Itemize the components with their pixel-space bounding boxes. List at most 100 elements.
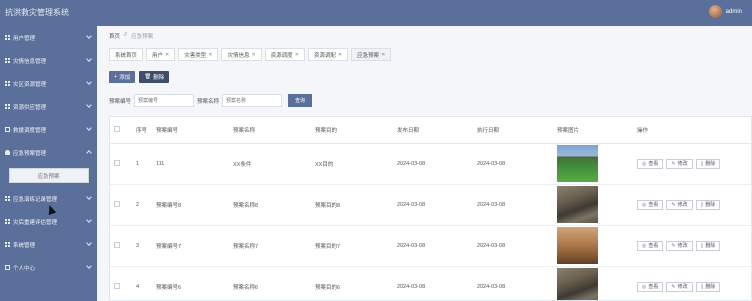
row-checkbox[interactable] [114,241,120,248]
sidebar-item-profile[interactable]: 个人中心 [0,256,97,279]
close-icon[interactable]: ✕ [251,52,255,58]
view-button[interactable]: ◎ 查看 [637,240,664,251]
cell-image [553,266,633,300]
delete-button[interactable]: ▯ 删除 [695,240,721,251]
sidebar-item-rescue-dispatch[interactable]: 救援调度管理 [0,118,97,141]
cell-publish-date: 2024-03-08 [393,184,473,226]
close-icon[interactable]: ✕ [381,52,385,58]
sidebar-item-emergency-plan[interactable]: 应急预案管理 [0,141,97,164]
delete-button[interactable]: ▯ 删除 [695,199,721,210]
avatar[interactable] [708,5,722,18]
submenu-item-emergency-plan[interactable]: 应急预案 [8,168,89,183]
plan-thumbnail[interactable] [557,268,598,300]
close-icon[interactable]: ✕ [338,52,342,58]
tab-disaster-info[interactable]: 灾情信息 ✕ [221,48,262,61]
cell-name: XX条件 [229,143,311,185]
tab-users[interactable]: 用户 ✕ [146,48,176,61]
sidebar: 用户管理 灾情信息管理 灾区资源管理 资源供应管理 救援调度管理 应急预案管理 … [0,26,97,301]
select-all-checkbox[interactable] [114,125,120,132]
breadcrumb-home[interactable]: 首页 [109,32,120,40]
batch-delete-button[interactable]: 🗑 删除 [139,71,170,83]
sidebar-item-label: 灾情信息管理 [13,58,47,65]
cell-code: 预案编号7 [152,225,229,267]
delete-button-label: 删除 [153,75,165,81]
tab-disaster-types[interactable]: 灾害类型 ✕ [178,48,219,61]
tab-resource-allocation[interactable]: 资源调配 ✕ [307,48,349,61]
user-menu[interactable]: admin [708,5,742,18]
query-button[interactable]: 查询 [288,94,313,107]
close-icon[interactable]: ✕ [295,52,299,58]
column-header: 操作 [633,117,751,144]
cell-purpose: 预案目的6 [311,266,393,300]
delete-label: 删除 [705,161,716,167]
row-checkbox[interactable] [114,200,120,207]
edit-label: 修改 [677,243,688,249]
plan-name-input[interactable] [222,94,283,107]
delete-button[interactable]: ▯ 删除 [695,281,721,292]
view-button[interactable]: ◎ 查看 [637,199,664,210]
view-label: 查看 [648,202,659,208]
tab-emergency-plan[interactable]: 应急预案 ✕ [351,48,392,61]
close-icon[interactable]: ✕ [208,52,212,58]
cell-actions: ◎ 查看 ✎ 修改 ▯ 删除 [633,266,751,300]
close-icon[interactable]: ✕ [165,52,169,58]
sidebar-item-resource-supply[interactable]: 资源供应管理 [0,95,97,118]
edit-button[interactable]: ✎ 修改 [666,240,693,251]
sidebar-item-users[interactable]: 用户管理 [0,26,97,49]
tab-resource-dispatch[interactable]: 资源调度 ✕ [264,48,305,61]
tab-label: 应急预案 [357,52,380,59]
edit-button[interactable]: ✎ 修改 [666,199,693,210]
view-button[interactable]: ◎ 查看 [637,281,664,292]
tab-label: 灾情信息 [227,52,250,59]
tab-label: 资源调配 [313,52,336,59]
main-content: 首页 // 应急预案 系统首页 用户 ✕ 灾害类型 ✕ 灾情信息 ✕ 资源调度 ✕ 资源… [97,26,752,301]
sidebar-item-disaster-info[interactable]: 灾情信息管理 [0,49,97,72]
breadcrumb: 首页 // 应急预案 [109,32,153,40]
username[interactable]: admin [726,9,742,15]
eye-icon: ◎ [642,283,647,290]
doc-icon [5,127,10,132]
select-all-cell [110,117,132,144]
plan-code-input[interactable] [134,94,195,107]
cell-code: 111 [152,143,229,185]
table-header-row: 序号 预案编号 预案名称 预案目的 发布日期 执行日期 预案图片 操作 [110,117,751,144]
cell-index: 4 [132,266,152,300]
cell-actions: ◎ 查看 ✎ 修改 ▯ 删除 [633,184,751,226]
edit-button[interactable]: ✎ 修改 [666,281,693,292]
chevron-down-icon [86,125,92,131]
view-label: 查看 [648,284,659,290]
plan-thumbnail[interactable] [557,145,598,182]
cell-index: 3 [132,225,152,267]
plan-thumbnail[interactable] [557,227,598,264]
row-select-cell [110,225,132,267]
sidebar-item-label: 灾区资源管理 [13,81,47,88]
row-checkbox[interactable] [114,282,120,289]
chevron-down-icon [86,79,92,85]
view-button[interactable]: ◎ 查看 [637,158,664,169]
sidebar-item-label: 救援调度管理 [13,127,47,134]
row-select-cell [110,184,132,226]
add-button-label: 添加 [119,75,131,81]
delete-button[interactable]: ▯ 删除 [695,158,721,169]
doc-icon [5,265,10,270]
sidebar-item-system[interactable]: 系统管理 [0,233,97,256]
sidebar-item-area-resources[interactable]: 灾区资源管理 [0,72,97,95]
edit-icon: ✎ [671,201,676,208]
edit-label: 修改 [677,284,688,290]
add-button[interactable]: + 添加 [109,71,136,83]
table-row: 2 预案编号8 预案名称8 预案目的8 2024-03-08 2024-03-0… [110,184,751,226]
cell-publish-date: 2024-03-08 [393,266,473,300]
cell-index: 2 [132,184,152,226]
plan-thumbnail[interactable] [557,186,598,223]
table-row: 4 预案编号6 预案名称6 预案目的6 2024-03-08 2024-03-0… [110,266,751,300]
sidebar-item-label: 灾后重建评估管理 [13,219,58,226]
tab-home[interactable]: 系统首页 [109,48,144,61]
row-checkbox[interactable] [114,159,120,166]
app-title: 抗洪救灾管理系统 [5,8,69,17]
column-header: 预案图片 [553,117,633,144]
cell-name: 预案名称8 [229,184,311,226]
column-header: 执行日期 [473,117,553,144]
edit-button[interactable]: ✎ 修改 [666,158,693,169]
chevron-down-icon [86,217,92,223]
tab-label: 资源调度 [270,52,293,59]
